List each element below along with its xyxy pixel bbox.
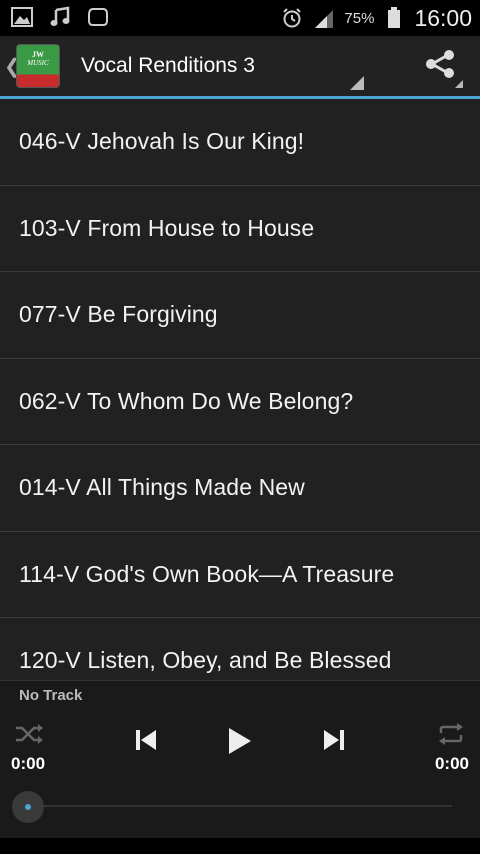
next-track-icon[interactable] bbox=[320, 725, 348, 755]
track-title: 114-V God's Own Book—A Treasure bbox=[19, 560, 395, 587]
seek-position-dot bbox=[25, 804, 31, 810]
track-item[interactable]: 114-V God's Own Book—A Treasure bbox=[0, 532, 480, 618]
player-panel: No Track 0:00 0:00 bbox=[0, 680, 480, 838]
track-title: 103-V From House to House bbox=[19, 214, 315, 241]
battery-icon bbox=[382, 6, 406, 30]
play-icon[interactable] bbox=[222, 723, 256, 759]
status-bar: 75% 16:00 bbox=[0, 0, 480, 36]
share-icon[interactable] bbox=[424, 48, 456, 80]
gallery-icon bbox=[10, 5, 34, 29]
overflow-indicator-icon bbox=[455, 80, 463, 88]
music-note-icon bbox=[48, 5, 72, 29]
previous-track-icon[interactable] bbox=[132, 725, 160, 755]
logo-text-music: MUSIC bbox=[27, 59, 49, 67]
track-title: 077-V Be Forgiving bbox=[19, 301, 218, 328]
track-item[interactable]: 103-V From House to House bbox=[0, 186, 480, 272]
track-title: 062-V To Whom Do We Belong? bbox=[19, 387, 354, 414]
total-time: 0:00 bbox=[434, 754, 469, 773]
seek-bar[interactable] bbox=[28, 805, 452, 807]
title-dropdown-indicator-icon[interactable] bbox=[350, 76, 364, 90]
elapsed-time: 0:00 bbox=[11, 754, 46, 773]
track-title: 046-V Jehovah Is Our King! bbox=[19, 128, 305, 155]
logo-text-jw: JW bbox=[32, 50, 44, 59]
shuffle-icon[interactable] bbox=[12, 721, 46, 747]
track-item[interactable]: 077-V Be Forgiving bbox=[0, 272, 480, 359]
signal-icon bbox=[312, 6, 336, 30]
navigation-bar bbox=[0, 838, 480, 854]
alarm-icon bbox=[280, 6, 304, 30]
sync-icon bbox=[86, 5, 110, 29]
app-logo[interactable]: JW MUSIC bbox=[16, 44, 60, 88]
clock: 16:00 bbox=[414, 4, 472, 31]
track-item[interactable]: 120-V Listen, Obey, and Be Blessed bbox=[0, 618, 480, 680]
track-item[interactable]: 014-V All Things Made New bbox=[0, 445, 480, 532]
track-item[interactable]: 062-V To Whom Do We Belong? bbox=[0, 359, 480, 445]
track-item[interactable]: 046-V Jehovah Is Our King! bbox=[0, 99, 480, 186]
track-title: 120-V Listen, Obey, and Be Blessed bbox=[19, 647, 392, 674]
track-title: 014-V All Things Made New bbox=[19, 474, 305, 501]
repeat-icon[interactable] bbox=[434, 721, 468, 747]
track-list[interactable]: 046-V Jehovah Is Our King! 103-V From Ho… bbox=[0, 99, 480, 680]
seek-thumb[interactable] bbox=[12, 791, 44, 823]
battery-percent: 75% bbox=[344, 9, 375, 27]
now-playing-label: No Track bbox=[19, 687, 83, 704]
page-title[interactable]: Vocal Renditions 3 bbox=[81, 54, 255, 78]
action-bar: ❮ JW MUSIC Vocal Renditions 3 bbox=[0, 36, 480, 96]
